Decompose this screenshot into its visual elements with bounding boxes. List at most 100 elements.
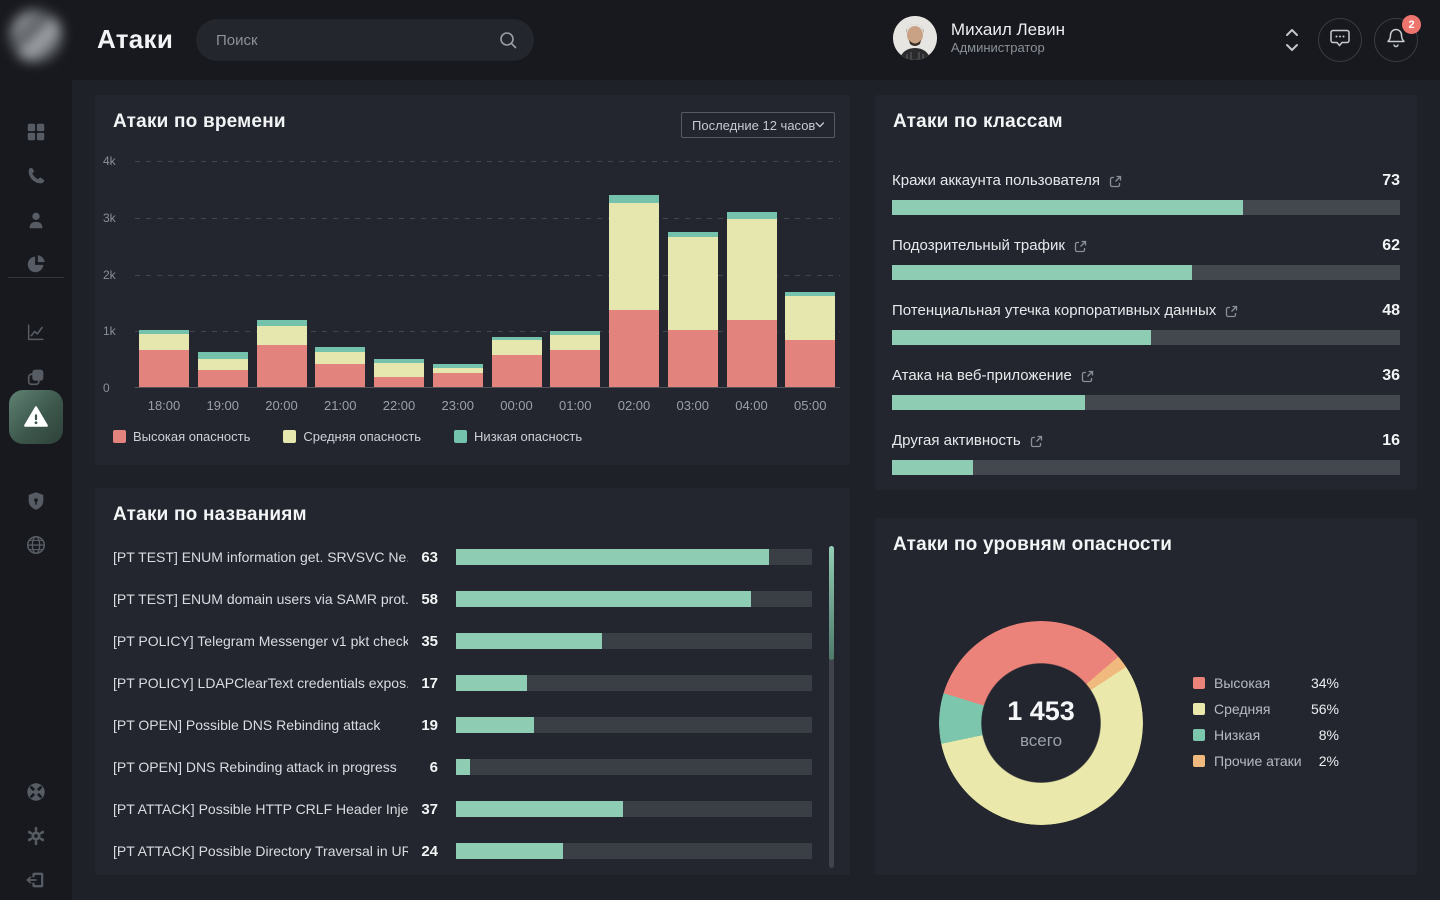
user-menu[interactable]: Михаил Левин Администратор — [893, 16, 1065, 60]
external-link-icon[interactable] — [1224, 304, 1239, 319]
sidebar-item-settings[interactable] — [0, 814, 72, 858]
bar-fill — [892, 460, 973, 475]
attack-class-label: Другая активность — [892, 431, 1044, 451]
search-input[interactable] — [196, 19, 534, 61]
external-link-icon[interactable] — [1108, 174, 1123, 189]
attack-class-text: Подозрительный трафик — [892, 236, 1065, 256]
bar-track — [892, 460, 1400, 475]
sidebar-item-shield[interactable] — [0, 479, 72, 523]
avatar — [893, 16, 937, 60]
bar-fill — [456, 549, 769, 565]
alert-triangle-icon — [23, 404, 49, 430]
legend-label: Средняя опасность — [303, 429, 421, 444]
x-axis-label: 23:00 — [429, 398, 487, 413]
bar-fill — [456, 843, 563, 859]
legend-swatch — [283, 430, 296, 443]
messages-button[interactable] — [1318, 18, 1362, 62]
sidebar-item-logout[interactable] — [0, 858, 72, 900]
legend-label: Прочие атаки — [1214, 753, 1302, 769]
user-role: Администратор — [951, 40, 1065, 56]
sidebar-item-alert-triangle[interactable] — [9, 390, 63, 444]
bar-track — [456, 549, 812, 565]
legend-swatch — [1193, 703, 1205, 715]
chevron-down-icon — [815, 121, 825, 129]
legend-percent: 34% — [1311, 675, 1339, 691]
bar-segment — [492, 340, 542, 355]
sidebar-divider — [8, 277, 64, 278]
stacked-bar-chart — [135, 161, 840, 388]
attack-name-row[interactable]: [PT ATTACK] Possible HTTP CRLF Header In… — [113, 788, 812, 830]
legend-swatch — [454, 430, 467, 443]
legend-swatch — [113, 430, 126, 443]
stacked-bar — [198, 352, 248, 387]
attacks-dashboard: Атаки Михаил Левин Администратор — [0, 0, 1440, 900]
logout-icon — [25, 869, 47, 891]
y-axis-label: 4k — [103, 154, 131, 168]
sidebar-item-user[interactable] — [0, 198, 72, 242]
search-icon[interactable] — [498, 30, 518, 55]
panel-title: Атаки по классам — [893, 111, 1063, 133]
layers-icon — [25, 366, 47, 388]
bar-segment — [785, 296, 835, 341]
legend-swatch — [1193, 755, 1205, 767]
bar-track — [456, 801, 812, 817]
sidebar — [0, 0, 72, 900]
sidebar-item-line-chart[interactable] — [0, 310, 72, 354]
bar-segment — [785, 340, 835, 387]
bar-fill — [892, 330, 1151, 345]
attacks-by-class-panel: Атаки по классам Кражи аккаунта пользова… — [875, 95, 1417, 490]
legend-label: Высокая — [1214, 675, 1270, 691]
attack-name-label: [PT OPEN] DNS Rebinding attack in progre… — [113, 759, 408, 775]
attack-name-row[interactable]: [PT TEST] ENUM domain users via SAMR pro… — [113, 578, 812, 620]
external-link-icon[interactable] — [1080, 369, 1095, 384]
attack-name-row[interactable]: [PT OPEN] Possible DNS Rebinding attack1… — [113, 704, 812, 746]
x-axis-label: 04:00 — [723, 398, 781, 413]
app-logo[interactable] — [10, 10, 62, 62]
x-axis-label: 02:00 — [605, 398, 663, 413]
bar-fill — [456, 717, 534, 733]
attack-name-label: [PT TEST] ENUM information get. SRVSVC N… — [113, 549, 408, 565]
bar-track — [456, 591, 812, 607]
attack-name-label: [PT POLICY] Telegram Messenger v1 pkt ch… — [113, 633, 408, 649]
bar-segment — [139, 350, 189, 387]
sidebar-item-globe[interactable] — [0, 523, 72, 567]
bar-segment — [668, 330, 718, 387]
scrollbar-thumb[interactable] — [829, 546, 834, 660]
attack-name-row[interactable]: [PT ATTACK] Possible Directory Traversal… — [113, 830, 812, 872]
attack-name-row[interactable]: [PT POLICY] Telegram Messenger v1 pkt ch… — [113, 620, 812, 662]
attacks-by-time-panel: Атаки по времени Последние 12 часов 4k3k… — [95, 95, 850, 465]
attack-name-row[interactable]: [PT POLICY] LDAPClearText credentials ex… — [113, 662, 812, 704]
attack-class-value: 73 — [1382, 172, 1400, 190]
scrollbar-track[interactable] — [829, 546, 834, 868]
bar-segment — [374, 363, 424, 377]
notifications-button[interactable]: 2 — [1374, 18, 1418, 62]
external-link-icon[interactable] — [1073, 239, 1088, 254]
bar-track — [456, 843, 812, 859]
sidebar-item-phone[interactable] — [0, 154, 72, 198]
attack-name-row[interactable]: [PT TEST] ENUM information get. SRVSVC N… — [113, 536, 812, 578]
attack-class-label: Кражи аккаунта пользователя — [892, 171, 1123, 191]
sidebar-item-dashboard-grid[interactable] — [0, 110, 72, 154]
bar-track — [456, 633, 812, 649]
attack-class-text: Кражи аккаунта пользователя — [892, 171, 1100, 191]
bar-segment — [315, 364, 365, 387]
stacked-bar — [139, 330, 189, 387]
bar-fill — [892, 265, 1192, 280]
attack-name-row[interactable]: [PT OPEN] DNS Rebinding attack in progre… — [113, 746, 812, 788]
external-link-icon[interactable] — [1029, 434, 1044, 449]
attack-class-label: Атака на веб-приложение — [892, 366, 1095, 386]
sidebar-item-lifebuoy[interactable] — [0, 770, 72, 814]
panel-title: Атаки по времени — [113, 111, 286, 133]
dashboard-grid-icon — [25, 121, 47, 143]
x-axis-label: 03:00 — [664, 398, 722, 413]
bar-segment — [433, 373, 483, 387]
bar-segment — [550, 335, 600, 350]
bar-fill — [456, 801, 623, 817]
bar-segment — [609, 203, 659, 311]
bar-track — [892, 200, 1400, 215]
collapse-expand-icon[interactable] — [1284, 26, 1300, 59]
attack-name-value: 58 — [408, 591, 438, 608]
sidebar-item-pie-chart[interactable] — [0, 242, 72, 286]
time-range-dropdown[interactable]: Последние 12 часов — [681, 112, 835, 138]
attack-class-row: Кражи аккаунта пользователя 73 — [892, 171, 1400, 215]
